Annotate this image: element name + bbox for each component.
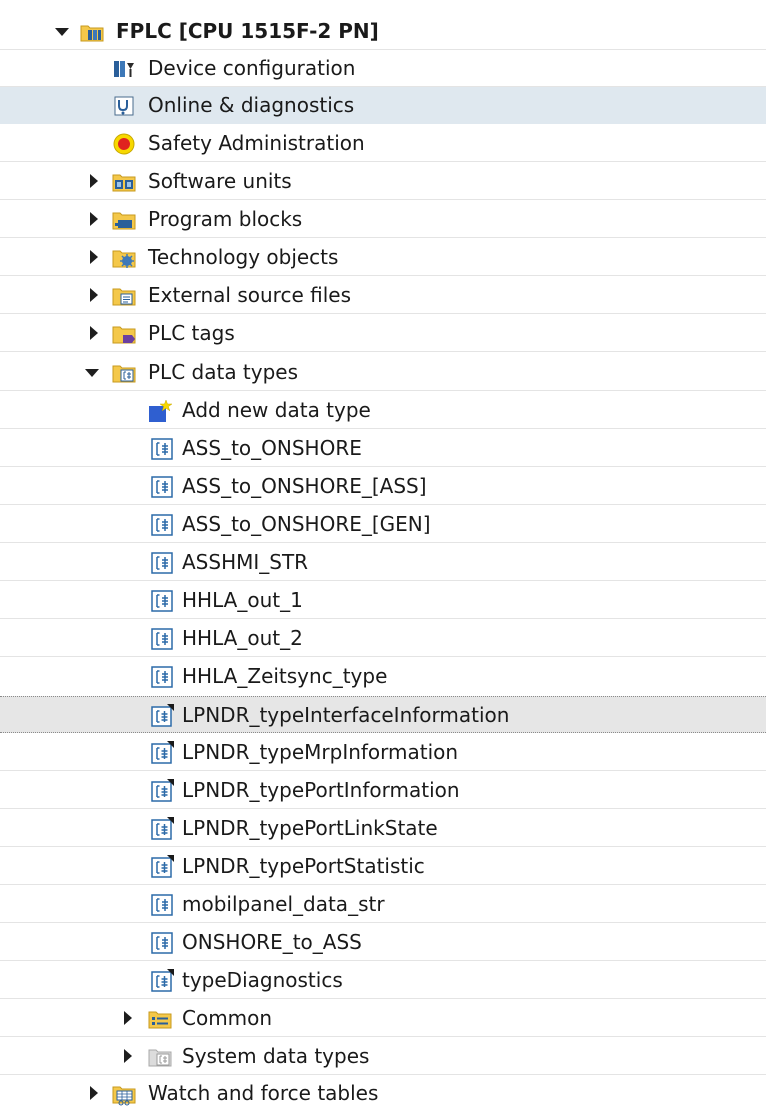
tree-node-label: HHLA_out_1 <box>182 588 303 612</box>
tree-node-udt[interactable]: ONSHORE_to_ASS <box>0 924 766 961</box>
expand-arrow-icon[interactable] <box>122 1012 134 1024</box>
udt-icon <box>151 590 173 612</box>
watch-force-tables-folder-icon <box>112 1086 136 1106</box>
tree-node-label: LPNDR_typePortInformation <box>182 778 460 802</box>
system-data-types-folder-icon <box>148 1049 172 1067</box>
common-folder-icon <box>148 1011 172 1029</box>
udt-know-how-icon <box>151 855 174 878</box>
tree-node-udt[interactable]: LPNDR_typePortStatistic <box>0 848 766 885</box>
tree-node-label: Software units <box>148 169 292 193</box>
udt-icon <box>151 476 173 498</box>
tree-node-label: PLC tags <box>148 321 235 345</box>
tree-node-label: PLC data types <box>148 360 299 384</box>
tree-node-program-blocks[interactable]: Program blocks <box>0 201 766 238</box>
tree-node-label: ASSHMI_STR <box>182 550 309 574</box>
tree-node-label: Common <box>182 1006 273 1030</box>
collapse-arrow-icon[interactable] <box>56 25 68 37</box>
tree-node-label: ASS_to_ONSHORE_[GEN] <box>182 512 431 536</box>
online-diagnostics-icon <box>114 96 134 116</box>
tree-node-label: LPNDR_typeInterfaceInformation <box>182 703 510 727</box>
tree-node-device-configuration[interactable]: Device configuration <box>0 50 766 87</box>
udt-icon <box>151 514 173 536</box>
tree-node-plc-tags[interactable]: PLC tags <box>0 315 766 352</box>
tree-node-udt[interactable]: HHLA_Zeitsync_type <box>0 658 766 695</box>
udt-icon <box>151 666 173 688</box>
expand-arrow-icon[interactable] <box>88 251 100 263</box>
tree-node-label: Add new data type <box>182 398 371 422</box>
udt-icon <box>151 932 173 954</box>
safety-administration-icon <box>113 133 135 155</box>
udt-know-how-icon <box>151 969 174 992</box>
tree-node-common[interactable]: Common <box>0 1000 766 1037</box>
software-units-folder-icon <box>112 174 136 192</box>
tree-node-label: mobilpanel_data_str <box>182 892 385 916</box>
program-blocks-folder-icon <box>112 212 136 230</box>
expand-arrow-icon[interactable] <box>88 1087 100 1099</box>
tree-node-label: ASS_to_ONSHORE_[ASS] <box>182 474 427 498</box>
tree-node-label: FPLC [CPU 1515F-2 PN] <box>116 19 379 43</box>
plc-data-types-folder-icon <box>112 365 136 383</box>
tree-node-external-source-files[interactable]: External source files <box>0 277 766 314</box>
tree-node-udt[interactable]: LPNDR_typeMrpInformation <box>0 734 766 771</box>
external-source-files-folder-icon <box>112 288 136 306</box>
udt-know-how-icon <box>151 817 174 840</box>
udt-icon <box>151 628 173 650</box>
tree-node-label: LPNDR_typeMrpInformation <box>182 740 459 764</box>
tree-node-udt[interactable]: ASS_to_ONSHORE <box>0 430 766 467</box>
tree-node-safety-administration[interactable]: Safety Administration <box>0 125 766 162</box>
add-new-icon <box>149 399 172 422</box>
tree-node-label: Safety Administration <box>148 131 365 155</box>
tree-node-fplc[interactable]: FPLC [CPU 1515F-2 PN] <box>0 13 766 50</box>
udt-icon <box>151 894 173 916</box>
tree-node-udt[interactable]: LPNDR_typePortInformation <box>0 772 766 809</box>
tree-node-system-data-types[interactable]: System data types <box>0 1038 766 1075</box>
udt-know-how-icon <box>151 704 174 727</box>
udt-know-how-icon <box>151 779 174 802</box>
tree-node-label: Program blocks <box>148 207 303 231</box>
tree-node-udt[interactable]: ASSHMI_STR <box>0 544 766 581</box>
tree-node-label: System data types <box>182 1044 370 1068</box>
tree-node-label: Device configuration <box>148 56 356 80</box>
expand-arrow-icon[interactable] <box>122 1050 134 1062</box>
tree-node-label: ONSHORE_to_ASS <box>182 930 362 954</box>
tree-node-udt[interactable]: typeDiagnostics <box>0 962 766 999</box>
tree-node-label: HHLA_out_2 <box>182 626 303 650</box>
tree-node-technology-objects[interactable]: Technology objects <box>0 239 766 276</box>
tree-node-watch-and-force-tables[interactable]: Watch and force tables <box>0 1075 766 1112</box>
device-configuration-icon <box>114 61 134 77</box>
tree-node-label: Technology objects <box>148 245 339 269</box>
tree-node-udt[interactable]: mobilpanel_data_str <box>0 886 766 923</box>
tree-node-plc-data-types[interactable]: PLC data types <box>0 354 766 391</box>
project-tree: FPLC [CPU 1515F-2 PN] Device configurati… <box>0 0 766 1111</box>
udt-know-how-icon <box>151 741 174 764</box>
tree-node-label: ASS_to_ONSHORE <box>182 436 362 460</box>
collapse-arrow-icon[interactable] <box>86 366 98 378</box>
tree-node-label: HHLA_Zeitsync_type <box>182 664 388 688</box>
tree-node-udt[interactable]: ASS_to_ONSHORE_[ASS] <box>0 468 766 505</box>
expand-arrow-icon[interactable] <box>88 327 100 339</box>
plc-cpu-icon <box>80 25 104 42</box>
tree-node-label: LPNDR_typePortLinkState <box>182 816 438 840</box>
tree-node-add-new-data-type[interactable]: Add new data type <box>0 392 766 429</box>
tree-node-label: External source files <box>148 283 351 307</box>
plc-tags-folder-icon <box>112 326 136 344</box>
expand-arrow-icon[interactable] <box>88 289 100 301</box>
tree-node-udt[interactable]: HHLA_out_1 <box>0 582 766 619</box>
tree-node-udt[interactable]: HHLA_out_2 <box>0 620 766 657</box>
expand-arrow-icon[interactable] <box>88 213 100 225</box>
udt-icon <box>151 438 173 460</box>
tree-node-online-diagnostics[interactable]: Online & diagnostics <box>0 87 766 124</box>
tree-node-label: Online & diagnostics <box>148 93 355 117</box>
tree-node-label: LPNDR_typePortStatistic <box>182 854 425 878</box>
tree-node-udt-selected[interactable]: LPNDR_typeInterfaceInformation <box>0 696 766 733</box>
tree-node-udt[interactable]: ASS_to_ONSHORE_[GEN] <box>0 506 766 543</box>
tree-node-label: Watch and force tables <box>148 1081 379 1105</box>
technology-objects-folder-icon <box>112 250 136 268</box>
udt-icon <box>151 552 173 574</box>
tree-node-software-units[interactable]: Software units <box>0 163 766 200</box>
tree-node-label: typeDiagnostics <box>182 968 343 992</box>
expand-arrow-icon[interactable] <box>88 175 100 187</box>
tree-node-udt[interactable]: LPNDR_typePortLinkState <box>0 810 766 847</box>
